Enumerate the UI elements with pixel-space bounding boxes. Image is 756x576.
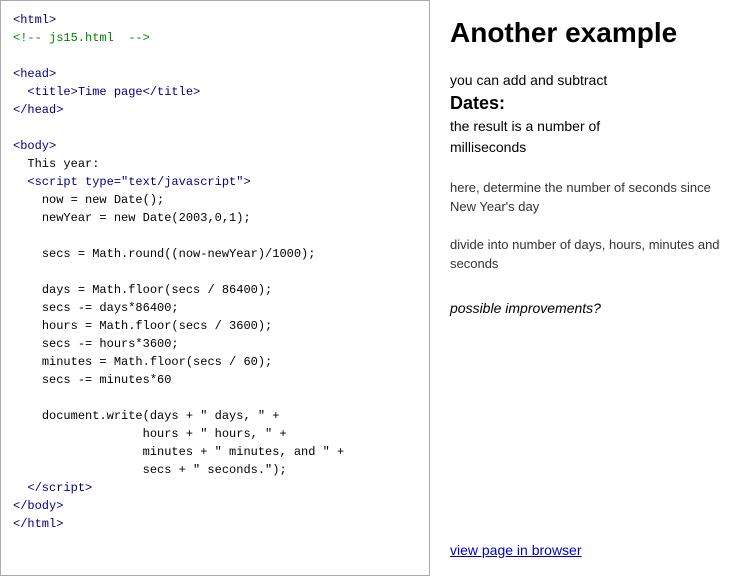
code-line-newyear: newYear = new Date(2003,0,1); <box>42 211 251 225</box>
right-panel: Another example you can add and subtract… <box>430 0 756 576</box>
code-content: <html> <!-- js15.html --> <head> <title>… <box>13 11 417 533</box>
code-line-head-close: </head> <box>13 103 63 117</box>
section1-text: here, determine the number of seconds si… <box>450 180 711 215</box>
code-line-write1: document.write(days + " days, " + <box>42 409 280 423</box>
code-line-secs-minutes: secs -= minutes*60 <box>42 373 172 387</box>
description-block: you can add and subtract Dates: the resu… <box>450 70 736 158</box>
code-line-html-open: <html> <box>13 13 56 27</box>
code-line-hours: hours = Math.floor(secs / 3600); <box>42 319 272 333</box>
code-line-now: now = new Date(); <box>42 193 164 207</box>
code-line-write2: hours + " hours, " + <box>143 427 287 441</box>
code-line-script-close: </script> <box>27 481 92 495</box>
code-line-comment: <!-- js15.html --> <box>13 31 150 45</box>
code-line-script-open: <script type="text/javascript"> <box>27 175 250 189</box>
code-line-minutes: minutes = Math.floor(secs / 60); <box>42 355 272 369</box>
view-in-browser-link[interactable]: view page in browser <box>450 542 582 558</box>
section2-block: divide into number of days, hours, minut… <box>450 235 736 274</box>
code-line-secs: secs = Math.round((now-newYear)/1000); <box>42 247 316 261</box>
code-line-write3: minutes + " minutes, and " + <box>143 445 345 459</box>
code-panel: <html> <!-- js15.html --> <head> <title>… <box>0 0 430 576</box>
code-line-secs-hours: secs -= hours*3600; <box>42 337 179 351</box>
page-title: Another example <box>450 16 736 50</box>
code-line-secs-days: secs -= days*86400; <box>42 301 179 315</box>
code-line-title: <title>Time page</title> <box>27 85 200 99</box>
code-line-days: days = Math.floor(secs / 86400); <box>42 283 272 297</box>
code-line-write4: secs + " seconds."); <box>143 463 287 477</box>
code-line-body-open: <body> <box>13 139 56 153</box>
code-line-thisyear: This year: <box>27 157 99 171</box>
section2-text: divide into number of days, hours, minut… <box>450 237 720 272</box>
italic-section: possible improvements? <box>450 300 736 316</box>
desc-bold: Dates: <box>450 93 505 113</box>
desc-line1: you can add and subtract <box>450 72 607 88</box>
code-line-html-close: </html> <box>13 517 63 531</box>
code-line-head-open: <head> <box>13 67 56 81</box>
desc-line3: milliseconds <box>450 139 526 155</box>
desc-line2: the result is a number of <box>450 118 600 134</box>
code-line-body-close: </body> <box>13 499 63 513</box>
section1-block: here, determine the number of seconds si… <box>450 178 736 217</box>
